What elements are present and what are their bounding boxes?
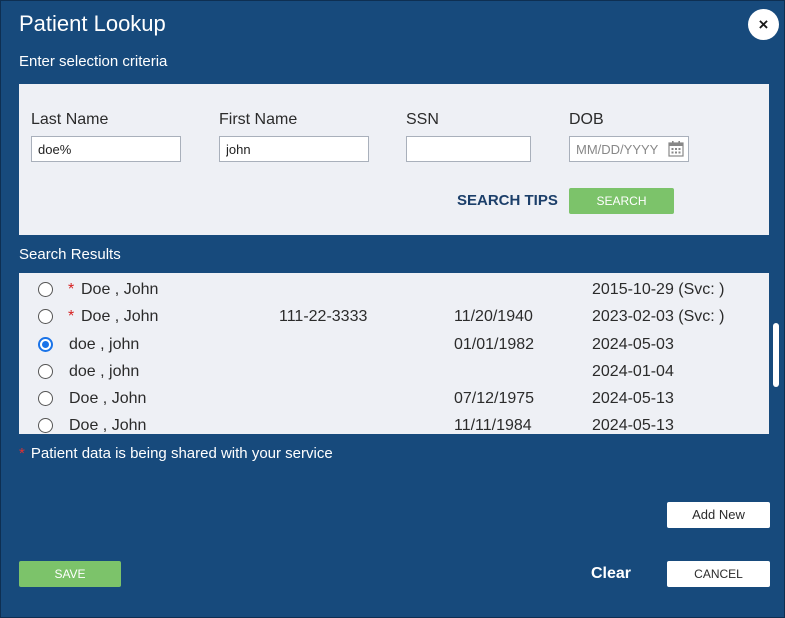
patient-ssn: 111-22-3333: [279, 308, 368, 325]
patient-name: Doe , John: [81, 281, 159, 298]
close-button[interactable]: ×: [748, 9, 779, 40]
close-icon: ×: [758, 15, 769, 34]
footnote-text: Patient data is being shared with your s…: [30, 445, 333, 462]
result-radio[interactable]: [38, 309, 53, 324]
dialog-title: Patient Lookup: [19, 11, 166, 36]
search-results-heading: Search Results: [19, 246, 121, 263]
shared-star: *: [68, 308, 75, 325]
patient-dob: 11/20/1940: [454, 308, 533, 325]
first-name-input[interactable]: [219, 136, 369, 162]
result-row[interactable]: * Doe , John 2015-10-29 (Svc: ): [19, 281, 769, 308]
service-date: 2015-10-29 (Svc: ): [592, 281, 725, 298]
patient-dob: 07/12/1975: [454, 390, 535, 407]
shared-star: *: [19, 445, 25, 462]
service-date: 2024-05-13: [592, 417, 674, 434]
patient-name: Doe , John: [81, 308, 159, 325]
save-button[interactable]: SAVE: [19, 561, 121, 587]
service-date: 2023-02-03 (Svc: ): [592, 308, 725, 325]
cancel-button[interactable]: CANCEL: [667, 561, 770, 587]
result-row[interactable]: * Doe , John 111-22-3333 11/20/1940 2023…: [19, 308, 769, 335]
result-radio[interactable]: [38, 282, 53, 297]
service-date: 2024-05-03: [592, 336, 674, 353]
shared-star: *: [68, 281, 75, 298]
search-results-list[interactable]: * Doe , John 2015-10-29 (Svc: ) * Doe , …: [19, 273, 769, 434]
dob-label: DOB: [569, 111, 604, 128]
patient-lookup-dialog: Patient Lookup × Enter selection criteri…: [0, 0, 785, 618]
result-radio[interactable]: [38, 391, 53, 406]
patient-name: doe , john: [69, 336, 140, 353]
result-radio[interactable]: [38, 364, 53, 379]
calendar-icon[interactable]: [668, 140, 684, 157]
ssn-label: SSN: [406, 111, 439, 128]
result-radio[interactable]: [38, 418, 53, 433]
shared-data-footnote: * Patient data is being shared with your …: [19, 445, 333, 462]
patient-dob: 11/11/1984: [454, 417, 532, 434]
last-name-input[interactable]: [31, 136, 181, 162]
first-name-label: First Name: [219, 111, 298, 128]
add-new-button[interactable]: Add New: [667, 502, 770, 528]
service-date: 2024-05-13: [592, 390, 674, 407]
criteria-panel: Last Name First Name SSN DOB SEARCH TIPS…: [19, 84, 769, 235]
service-date: 2024-01-04: [592, 363, 674, 380]
patient-name: Doe , John: [69, 417, 147, 434]
clear-button[interactable]: Clear: [591, 565, 631, 583]
result-radio[interactable]: [38, 337, 53, 352]
search-button[interactable]: SEARCH: [569, 188, 674, 214]
patient-name: Doe , John: [69, 390, 147, 407]
result-row[interactable]: doe , john 01/01/1982 2024-05-03: [19, 336, 769, 363]
ssn-input[interactable]: [406, 136, 531, 162]
result-row[interactable]: Doe , John 07/12/1975 2024-05-13: [19, 390, 769, 417]
result-row[interactable]: doe , john 2024-01-04: [19, 363, 769, 390]
patient-name: doe , john: [69, 363, 140, 380]
results-scrollbar[interactable]: [773, 323, 779, 387]
patient-dob: 01/01/1982: [454, 336, 535, 353]
search-tips-link[interactable]: SEARCH TIPS: [457, 192, 558, 209]
result-row[interactable]: Doe , John 11/11/1984 2024-05-13: [19, 417, 769, 434]
selection-criteria-heading: Enter selection criteria: [19, 53, 168, 70]
last-name-label: Last Name: [31, 111, 109, 128]
